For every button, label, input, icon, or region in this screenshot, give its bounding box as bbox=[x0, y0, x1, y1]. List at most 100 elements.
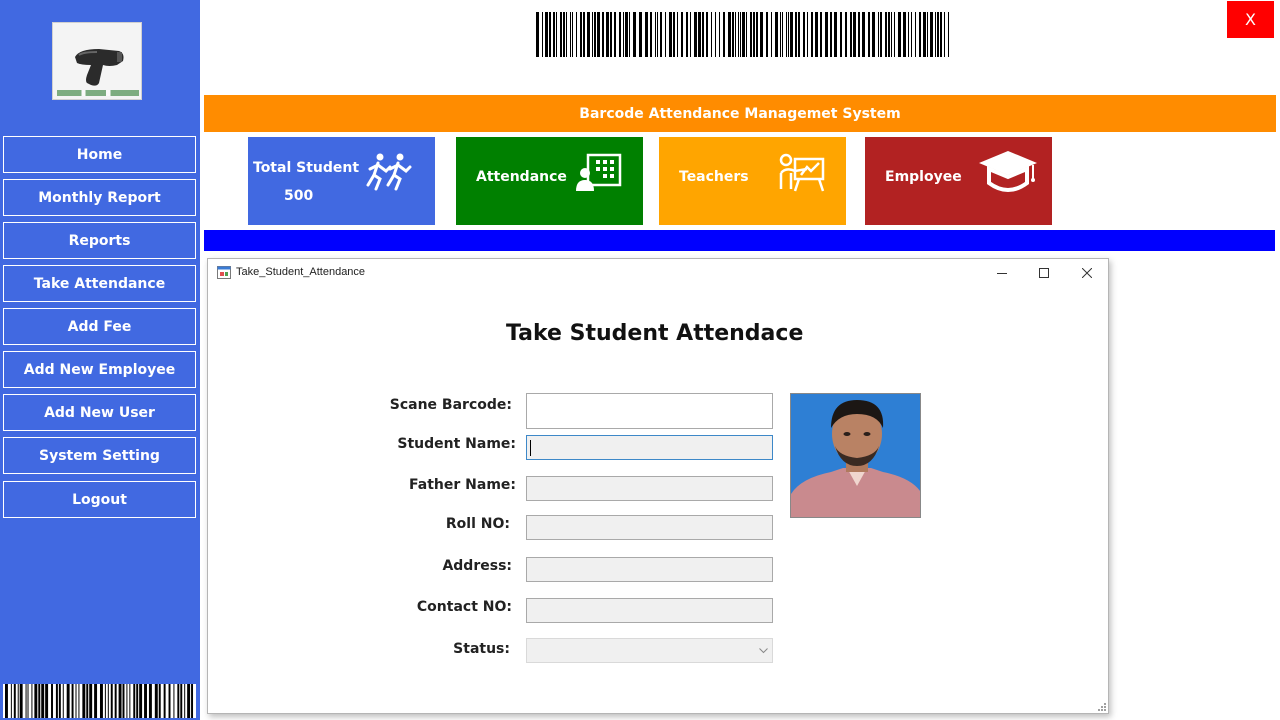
barcode-bar bbox=[126, 684, 128, 718]
father-name-label: Father Name: bbox=[409, 477, 516, 493]
barcode-bar bbox=[625, 12, 628, 57]
barcode-bar bbox=[549, 12, 551, 57]
barcode-bar bbox=[888, 12, 890, 57]
roll-no-field[interactable] bbox=[526, 515, 773, 540]
window-close-button[interactable] bbox=[1073, 263, 1101, 283]
barcode-bar bbox=[738, 12, 739, 57]
barcode-bar bbox=[840, 12, 842, 57]
address-input[interactable] bbox=[527, 558, 772, 581]
barcode-bar bbox=[853, 12, 856, 57]
nav-add-new-user-button[interactable]: Add New User bbox=[3, 394, 196, 431]
employee-card-label: Employee bbox=[885, 169, 962, 185]
maximize-button[interactable] bbox=[1030, 263, 1058, 283]
barcode-bar bbox=[71, 684, 74, 718]
barcode-bar bbox=[944, 12, 945, 57]
minimize-button[interactable] bbox=[988, 263, 1016, 283]
barcode-bar bbox=[735, 12, 736, 57]
nav-add-new-employee-button[interactable]: Add New Employee bbox=[3, 351, 196, 388]
barcode-bar bbox=[66, 684, 70, 718]
nav-logout-button[interactable]: Logout bbox=[3, 481, 196, 518]
barcode-bar bbox=[31, 684, 33, 718]
barcode-bar bbox=[766, 12, 768, 57]
attendance-board-icon bbox=[576, 153, 622, 191]
barcode-bar bbox=[107, 684, 109, 718]
father-name-field[interactable] bbox=[526, 476, 773, 501]
barcode-bar bbox=[583, 12, 585, 57]
barcode-bar bbox=[563, 12, 565, 57]
barcode-bar bbox=[13, 684, 16, 718]
barcode-bar bbox=[122, 684, 125, 718]
teacher-board-icon bbox=[779, 153, 825, 192]
barcode-bar bbox=[650, 12, 652, 57]
teachers-card-label: Teachers bbox=[679, 169, 749, 185]
blue-divider-band bbox=[204, 230, 1275, 251]
barcode-bar bbox=[163, 684, 166, 718]
father-name-input[interactable] bbox=[527, 477, 772, 500]
students-running-icon bbox=[366, 153, 412, 191]
barcode-bar bbox=[885, 12, 887, 57]
barcode-bar bbox=[566, 12, 567, 57]
roll-no-input[interactable] bbox=[527, 516, 772, 539]
student-name-label: Student Name: bbox=[397, 436, 516, 452]
barcode-bar bbox=[686, 12, 688, 57]
total-student-card[interactable]: Total Student 500 bbox=[248, 137, 435, 225]
barcode-bar bbox=[629, 12, 630, 57]
barcode-bar bbox=[740, 12, 741, 57]
barcode-bar bbox=[780, 12, 781, 57]
status-select[interactable] bbox=[526, 638, 773, 663]
student-name-field[interactable] bbox=[526, 435, 773, 460]
barcode-bar bbox=[850, 12, 852, 57]
barcode-bar bbox=[25, 684, 27, 718]
barcode-bar bbox=[919, 12, 921, 57]
barcode-input[interactable] bbox=[527, 394, 772, 428]
barcode-bar bbox=[746, 12, 747, 57]
barcode-bar bbox=[935, 12, 936, 57]
barcode-bar bbox=[180, 684, 183, 718]
logo-footer-strip bbox=[57, 90, 139, 96]
barcode-bar bbox=[86, 684, 89, 718]
barcode-bar bbox=[51, 684, 53, 718]
graduation-cap-icon bbox=[979, 151, 1037, 192]
nav-monthly-report-button[interactable]: Monthly Report bbox=[3, 179, 196, 216]
student-name-input[interactable] bbox=[527, 436, 772, 459]
barcode-bar bbox=[771, 12, 772, 57]
nav-add-fee-button[interactable]: Add Fee bbox=[3, 308, 196, 345]
barcode-bar bbox=[790, 12, 793, 57]
app-close-button[interactable]: X bbox=[1227, 1, 1274, 38]
barcode-bar bbox=[719, 12, 720, 57]
window-title: Take_Student_Attendance bbox=[236, 266, 366, 278]
window-titlebar: Take_Student_Attendance bbox=[208, 259, 1108, 287]
barcode-bar bbox=[139, 684, 143, 718]
nav-take-attendance-button[interactable]: Take Attendance bbox=[3, 265, 196, 302]
barcode-bar bbox=[168, 684, 171, 718]
barcode-bar bbox=[570, 12, 571, 57]
barcode-bar bbox=[118, 684, 122, 718]
contact-no-field[interactable] bbox=[526, 598, 773, 623]
teachers-card[interactable]: Teachers bbox=[659, 137, 846, 225]
barcode-bar bbox=[948, 12, 949, 57]
barcode-bar bbox=[742, 12, 745, 57]
status-label: Status: bbox=[453, 641, 510, 657]
nav-home-button[interactable]: Home bbox=[3, 136, 196, 173]
barcode-bar bbox=[815, 12, 818, 57]
barcode-bar bbox=[834, 12, 837, 57]
text-cursor bbox=[530, 440, 531, 456]
barcode-bar bbox=[99, 684, 103, 718]
attendance-card[interactable]: Attendance bbox=[456, 137, 643, 225]
contact-no-input[interactable] bbox=[527, 599, 772, 622]
barcode-field[interactable] bbox=[526, 393, 773, 429]
barcode-bar bbox=[104, 684, 106, 718]
employee-card[interactable]: Employee bbox=[865, 137, 1052, 225]
resize-grip-icon[interactable] bbox=[1098, 703, 1106, 711]
nav-reports-button[interactable]: Reports bbox=[3, 222, 196, 259]
roll-no-label: Roll NO: bbox=[445, 516, 510, 532]
nav-system-setting-button[interactable]: System Setting bbox=[3, 437, 196, 474]
barcode-bar bbox=[898, 12, 901, 57]
barcode-bar bbox=[669, 12, 672, 57]
barcode-bar bbox=[610, 12, 612, 57]
take-attendance-window: Take_Student_Attendance Take Student Att… bbox=[207, 258, 1109, 714]
address-field[interactable] bbox=[526, 557, 773, 582]
barcode-bar bbox=[597, 12, 600, 57]
barcode-bar bbox=[572, 12, 573, 57]
barcode-bar bbox=[807, 12, 808, 57]
